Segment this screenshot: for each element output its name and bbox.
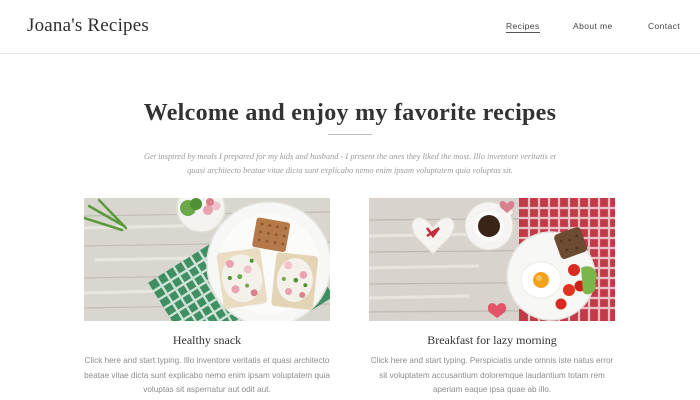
card-title[interactable]: Healthy snack [84,333,330,348]
title-divider [328,134,372,135]
recipe-card-breakfast: Breakfast for lazy morning Click here an… [369,198,615,398]
nav-contact[interactable]: Contact [648,21,680,31]
card-title[interactable]: Breakfast for lazy morning [369,333,615,348]
card-description: Click here and start typing. Perspiciati… [370,356,614,394]
breakfast-photo[interactable] [369,198,615,321]
page-subtitle: Get inspired by meals I prepared for my … [144,152,556,175]
nav-recipes[interactable]: Recipes [506,21,540,33]
page-title: Welcome and enjoy my favorite recipes [143,100,557,126]
card-description: Click here and start typing. Illo invent… [84,356,330,394]
nav-about-me[interactable]: About me [573,21,613,31]
recipe-card-healthy-snack: Healthy snack Click here and start typin… [84,198,330,398]
site-header: Joana's Recipes Recipes About me Contact [0,0,700,54]
site-logo[interactable]: Joana's Recipes [27,15,149,37]
healthy-snack-photo[interactable] [84,198,330,321]
